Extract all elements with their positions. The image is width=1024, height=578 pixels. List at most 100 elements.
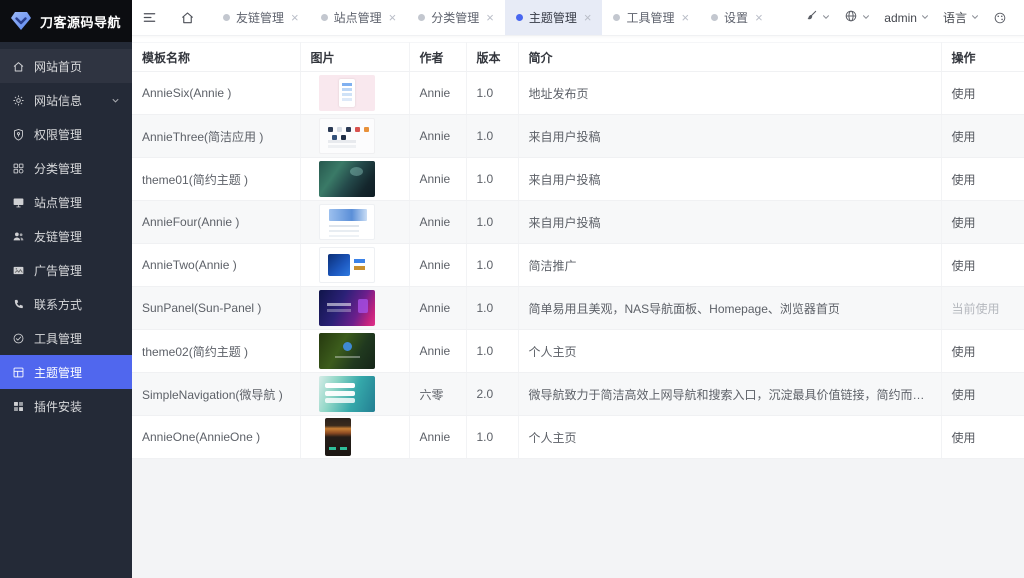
app-title: 刀客源码导航 [40,14,122,30]
table-row: AnnieFour(Annie ) Annie 1.0 来自用户投稿 使用 [132,200,1024,244]
column-header: 模板名称 [132,42,301,72]
template-version: 1.0 [466,415,519,459]
tab-sites[interactable]: 站点管理 × [310,0,408,35]
template-author: 六零 [409,372,467,416]
gem-logo-icon [9,9,33,33]
sidebar-item-label: 权限管理 [34,127,83,142]
monitor-icon [11,195,25,209]
column-header: 版本 [466,42,519,72]
collapse-menu-icon[interactable] [132,0,166,35]
template-description: 微导航致力于简洁高效上网导航和搜索入口，沉淀最具价值链接，简约而不简单 [518,372,942,416]
use-button[interactable]: 使用 [952,87,976,101]
home-tab-icon[interactable] [170,0,204,35]
action-cell: 使用 [941,114,1024,158]
sidebar-item-label: 插件安装 [34,399,83,414]
tab-label: 站点管理 [333,11,382,25]
use-button[interactable]: 使用 [952,216,976,230]
app-root: 刀客源码导航 网站首页 网站信息 权限管理 分类管理 站点管理 友链管理 广告管理 联系方式工… [0,0,1024,578]
table-row: SunPanel(Sun-Panel ) Annie 1.0 简单易用且美观，NAS导… [132,286,1024,330]
tab-label: 分类管理 [431,11,480,25]
use-button[interactable]: 使用 [952,388,976,402]
user-menu[interactable]: admin [880,11,934,25]
use-button[interactable]: 使用 [952,259,976,273]
user-name: admin [884,10,917,25]
sidebar-item-ads[interactable]: 广告管理 [0,253,132,287]
template-author: Annie [409,71,467,115]
globe-menu[interactable] [840,9,875,26]
sidebar-item-sites[interactable]: 站点管理 [0,185,132,219]
close-icon[interactable]: × [681,11,689,24]
tab-status-dot [223,14,230,21]
template-name: AnnieSix(Annie ) [132,71,301,115]
template-version: 1.0 [466,329,519,373]
themes-table: 模板名称 图片 作者 版本 简介 操作 AnnieSix(Annie ) Annie 1.0 地… [132,42,1024,459]
action-cell: 使用 [941,243,1024,287]
template-version: 1.0 [466,157,519,201]
tab-themes[interactable]: 主题管理 × [504,0,603,35]
template-name: AnnieOne(AnnieOne ) [132,415,301,459]
sidebar-item-contact[interactable]: 联系方式 [0,287,132,321]
sidebar-item-friend-links[interactable]: 友链管理 [0,219,132,253]
tab-categories[interactable]: 分类管理 × [407,0,505,35]
topbar-right: admin 语言 [800,0,1024,35]
template-author: Annie [409,243,467,287]
close-icon[interactable]: × [755,11,763,24]
tab-status-dot [320,14,328,21]
tab-friend-links[interactable]: 友链管理 × [212,0,310,35]
sidebar-item-home[interactable]: 网站首页 [0,49,132,83]
tab-tools[interactable]: 工具管理 × [602,0,700,35]
column-header: 简介 [518,42,942,72]
template-image-cell [300,157,410,201]
tab-label: 主题管理 [528,11,577,25]
sidebar-item-themes[interactable]: 主题管理 [0,355,132,389]
tab-bar: 友链管理 × 站点管理 × 分类管理 × 主题管理 × 工具管理 × 设置 × [212,0,774,35]
template-image-cell [300,329,410,373]
template-image-cell [300,243,410,287]
table-row: AnnieThree(简洁应用 ) Annie 1.0 来自用户投稿 使用 [132,114,1024,158]
template-description: 来自用户投稿 [518,157,942,201]
sidebar-item-permissions[interactable]: 权限管理 [0,117,132,151]
sidebar-item-plugins[interactable]: 插件安装 [0,389,132,423]
theme-palette-icon[interactable] [989,11,1011,25]
close-icon[interactable]: × [389,11,397,24]
plugin-icon [11,399,25,413]
chevron-down-icon [920,11,930,25]
template-thumbnail [318,290,375,326]
template-name: theme02(简约主题 ) [132,329,301,373]
language-menu[interactable]: 语言 [939,9,984,26]
phone-icon [11,297,25,311]
use-button[interactable]: 使用 [952,345,976,359]
check-circle-icon [11,331,25,345]
gear-icon [11,93,25,107]
close-icon[interactable]: × [584,11,592,24]
use-button[interactable]: 使用 [952,431,976,445]
use-button[interactable]: 使用 [952,130,976,144]
template-image-cell [300,286,410,330]
clear-cache-menu[interactable] [800,9,835,26]
tab-status-dot [515,14,523,21]
tab-label: 设置 [724,11,749,25]
sidebar-item-site-info[interactable]: 网站信息 [0,83,132,117]
template-name: SimpleNavigation(微导航 ) [132,372,301,416]
template-thumbnail [318,75,375,111]
sidebar-item-label: 主题管理 [34,365,83,380]
close-icon[interactable]: × [291,11,299,24]
use-button[interactable]: 使用 [952,173,976,187]
action-cell: 使用 [941,157,1024,201]
column-header: 作者 [409,42,467,72]
tab-settings[interactable]: 设置 × [700,0,774,35]
sidebar-item-tools[interactable]: 工具管理 [0,321,132,355]
template-image-cell [300,71,410,115]
template-version: 2.0 [466,372,519,416]
app-logo: 刀客源码导航 [0,0,132,42]
sidebar-menu: 网站首页 网站信息权限管理分类管理 站点管理 友链管理 广告管理 联系方式 工具管理主题管理… [0,42,132,423]
brush-icon [804,9,818,26]
template-author: Annie [409,157,467,201]
template-version: 1.0 [466,286,519,330]
template-image-cell [300,372,410,416]
template-name: AnnieTwo(Annie ) [132,243,301,287]
chevron-down-icon [861,11,871,25]
action-cell: 使用 [941,71,1024,115]
sidebar-item-categories[interactable]: 分类管理 [0,151,132,185]
close-icon[interactable]: × [486,11,494,24]
